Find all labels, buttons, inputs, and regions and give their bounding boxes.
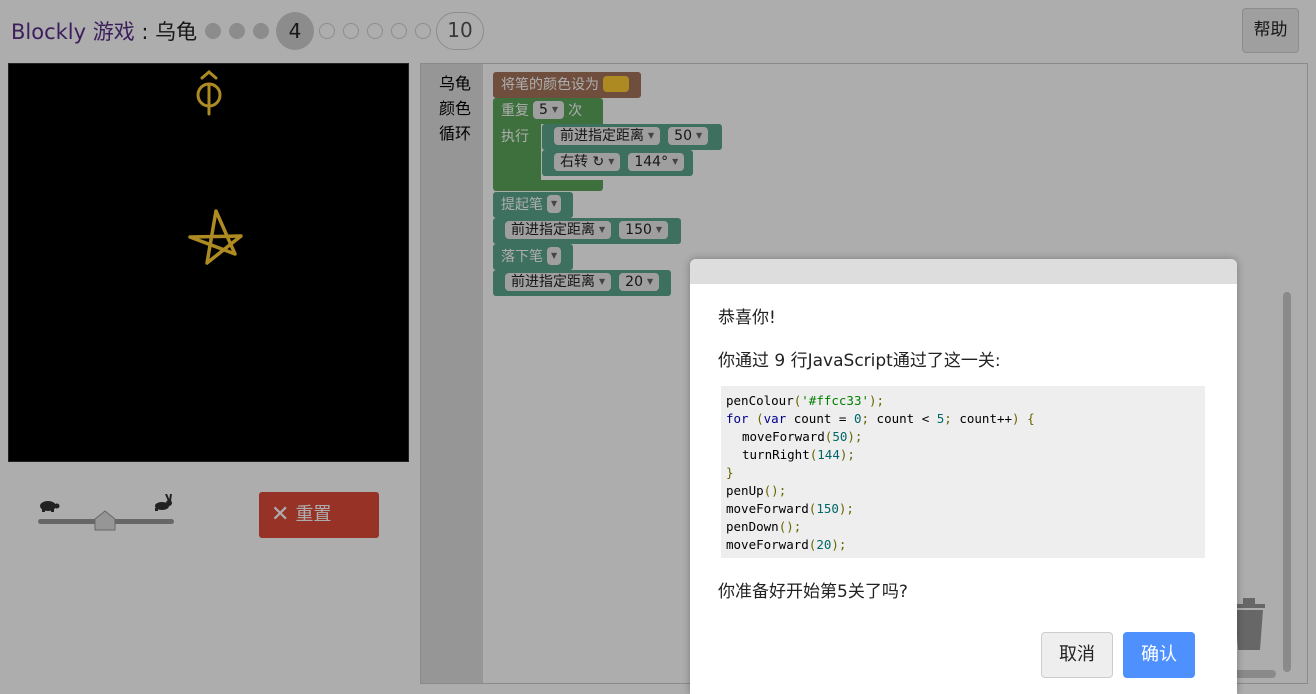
dialog-summary: 你通过 9 行JavaScript通过了这一关: — [718, 351, 1001, 371]
code-token: 50 — [832, 429, 848, 444]
code-token: 150 — [816, 501, 839, 516]
code-line: penDown(); — [726, 519, 802, 534]
code-token: penColour — [726, 393, 794, 408]
code-line: moveForward(50); — [742, 429, 863, 444]
code-line: turnRight(144); — [742, 447, 855, 462]
dialog-header[interactable] — [690, 259, 1237, 284]
ok-button[interactable]: 确认 — [1123, 632, 1195, 678]
code-line: moveForward(20); — [726, 537, 847, 552]
code-token: count = — [786, 411, 854, 426]
code-line: moveForward(150); — [726, 501, 854, 516]
code-token: count < — [869, 411, 937, 426]
code-token: var — [763, 411, 787, 426]
code-token: 20 — [816, 537, 832, 552]
code-token: count++ — [951, 411, 1013, 426]
congrats-dialog: 恭喜你! 你通过 9 行JavaScript通过了这一关: penColour(… — [690, 259, 1237, 694]
code-token: for — [726, 411, 749, 426]
dialog-next-question: 你准备好开始第5关了吗? — [718, 582, 908, 602]
code-token: moveForward — [726, 501, 809, 516]
dialog-congrats: 恭喜你! — [718, 308, 776, 328]
code-line: penUp(); — [726, 483, 787, 498]
code-token: moveForward — [726, 537, 809, 552]
code-token: penDown — [726, 519, 779, 534]
code-token: '#ffcc33' — [801, 393, 869, 408]
code-listing: penColour('#ffcc33'); for (var count = 0… — [721, 386, 1205, 558]
code-token: penUp — [726, 483, 764, 498]
code-line: for (var count = 0; count < 5; count++) … — [726, 411, 1035, 426]
code-line: } — [726, 465, 734, 480]
cancel-button[interactable]: 取消 — [1041, 632, 1113, 678]
code-token: 144 — [817, 447, 840, 462]
code-line: penColour('#ffcc33'); — [726, 393, 885, 408]
code-token: turnRight — [742, 447, 810, 462]
code-token: moveForward — [742, 429, 825, 444]
